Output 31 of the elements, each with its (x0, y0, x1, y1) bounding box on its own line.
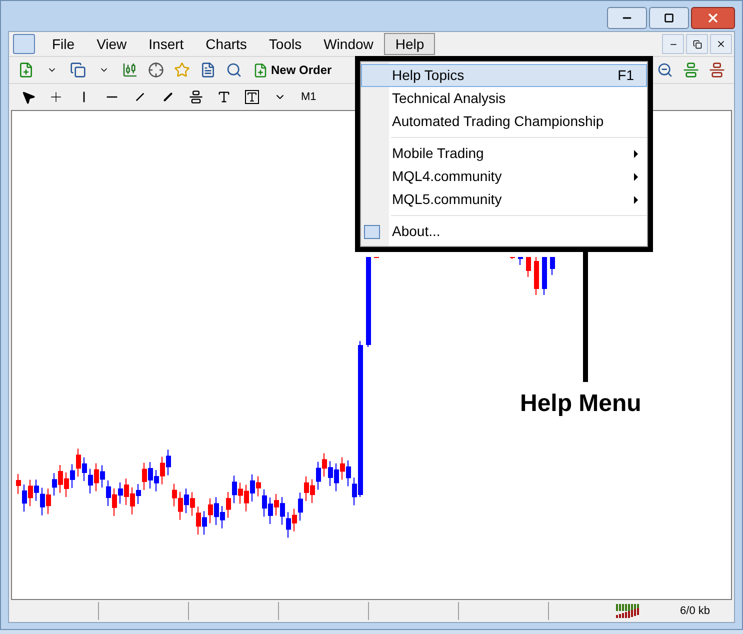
app-logo-icon[interactable] (13, 34, 35, 54)
menu-item[interactable]: Help (384, 33, 436, 55)
annotation-label: Help Menu (520, 389, 642, 419)
connection-status-icon (616, 604, 640, 618)
help-menu-item[interactable]: Technical Analysis (361, 87, 647, 110)
restore-button[interactable] (686, 34, 708, 54)
timeframe-button[interactable]: M1 (297, 87, 320, 107)
traffic-status: 6/0 kb (680, 604, 710, 619)
maximize-icon (664, 13, 674, 23)
menu-item[interactable]: Tools (258, 33, 313, 55)
submenu-arrow-icon (634, 172, 638, 180)
menu-item[interactable]: Insert (138, 33, 195, 55)
help-menu-item[interactable]: Automated Trading Championship (361, 110, 647, 133)
close-button[interactable] (691, 7, 735, 29)
close-icon (716, 39, 726, 49)
help-menu-item[interactable]: MQL4.community (391, 165, 647, 188)
menu-item[interactable]: File (41, 33, 86, 55)
add-document-icon (253, 62, 268, 78)
menu-item[interactable]: View (86, 33, 138, 55)
help-menu-item[interactable]: Help Topics F1 (361, 64, 647, 87)
help-menu-item[interactable]: About... (391, 220, 647, 243)
help-menu-item[interactable]: Mobile Trading (391, 142, 647, 165)
help-menu-item[interactable]: MQL5.community (391, 188, 647, 211)
menu-item[interactable]: Charts (194, 33, 258, 55)
new-order-button[interactable]: New Order (249, 59, 336, 81)
maximize-button[interactable] (649, 7, 689, 29)
menu-item[interactable]: Window (312, 33, 384, 55)
submenu-arrow-icon (634, 196, 638, 204)
restore-icon (692, 40, 702, 48)
close-icon (706, 11, 720, 25)
submenu-arrow-icon (634, 150, 638, 158)
